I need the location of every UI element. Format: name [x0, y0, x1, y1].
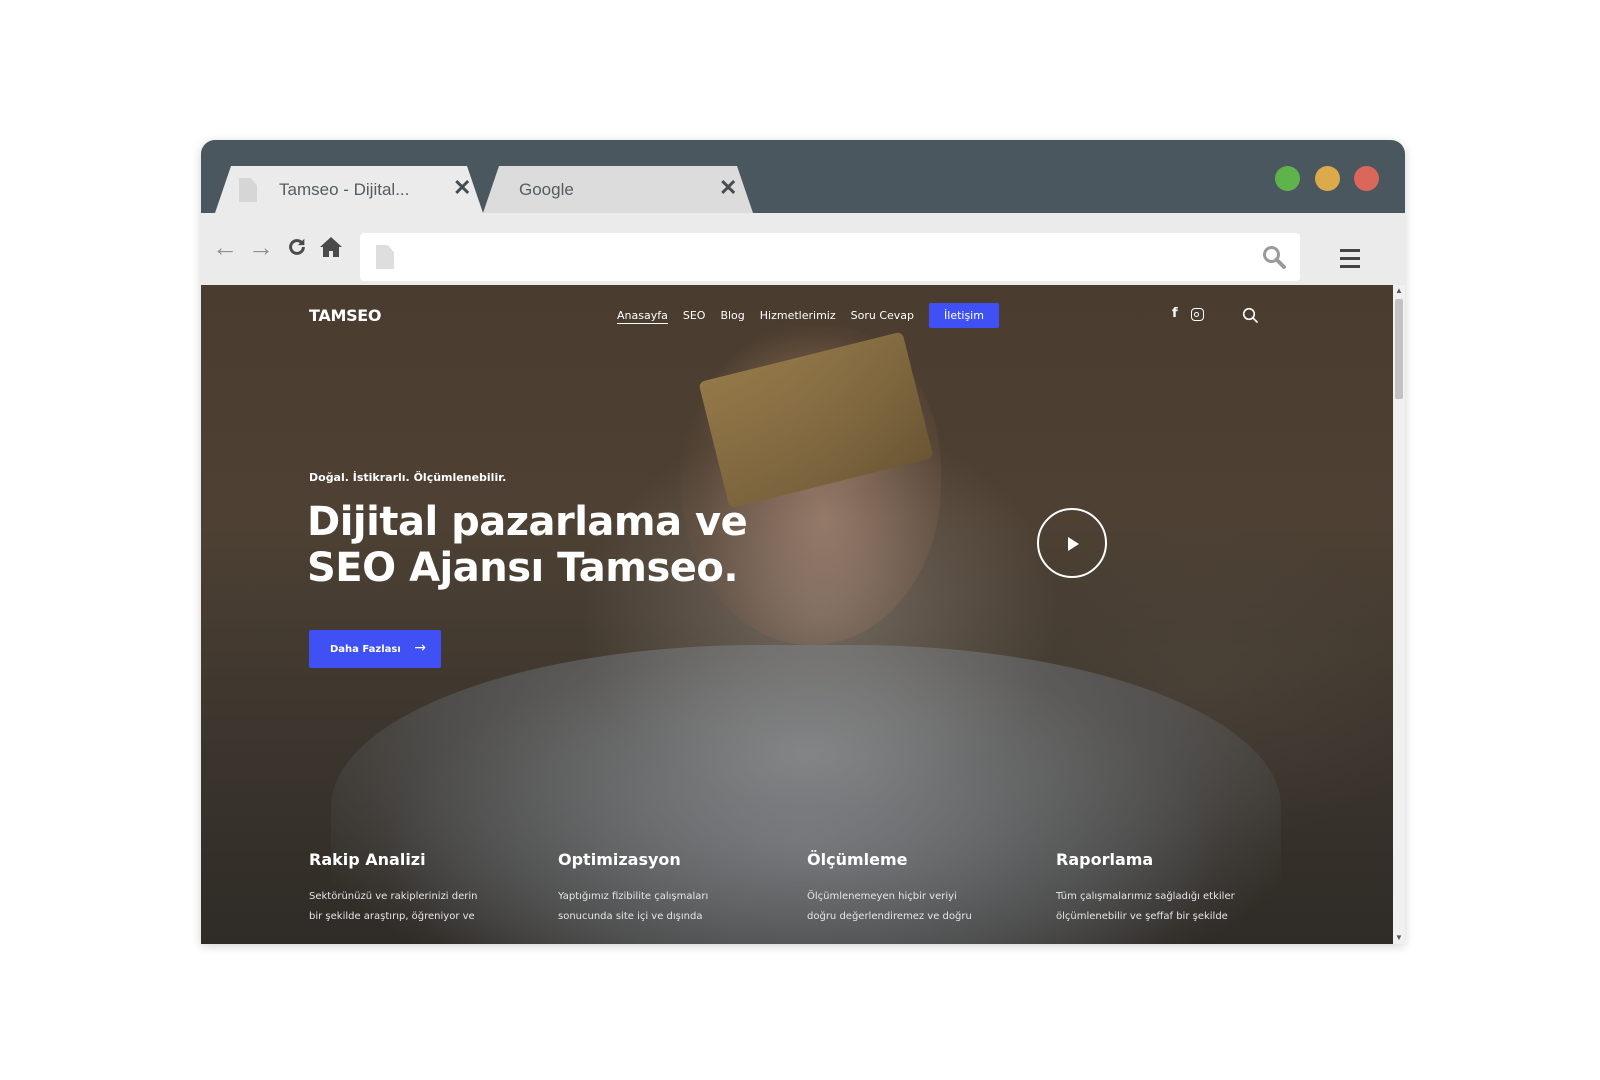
menu-item-seo[interactable]: SEO: [683, 304, 706, 328]
hamburger-icon[interactable]: [1340, 249, 1360, 268]
tab-google[interactable]: Google ✕: [483, 166, 753, 213]
hero-eyebrow: Doğal. İstikrarlı. Ölçümlenebilir.: [309, 471, 507, 484]
menu-item-anasayfa[interactable]: Anasayfa: [617, 304, 668, 328]
browser-window: Tamseo - Dijital... ✕ Google ✕ ← → TAMSE…: [201, 140, 1405, 944]
scroll-down-icon[interactable]: ▼: [1395, 933, 1403, 943]
hero-title: Dijital pazarlama ve SEO Ajansı Tamseo.: [307, 499, 807, 591]
document-icon: [239, 178, 257, 202]
feature-card: Raporlama Tüm çalışmalarımız sağladığı e…: [1056, 850, 1266, 927]
feature-card: Ölçümleme Ölçümlenemeyen hiçbir veriyi do…: [807, 850, 1017, 927]
feature-title: Ölçümleme: [807, 850, 908, 869]
feature-text: Ölçümlenemeyen hiçbir veriyi: [807, 891, 957, 902]
scroll-up-icon[interactable]: ▲: [1395, 286, 1403, 296]
main-menu: Anasayfa SEO Blog Hizmetlerimiz Soru Cev…: [617, 303, 999, 328]
site-header: TAMSEO Anasayfa SEO Blog Hizmetlerimiz S…: [201, 285, 1393, 347]
feature-text: sonucunda site içi ve dışında: [558, 911, 703, 922]
feature-text: Sektörünüzü ve rakiplerinizi derin: [309, 891, 478, 902]
menu-item-soru-cevap[interactable]: Soru Cevap: [851, 304, 914, 328]
feature-text: Tüm çalışmalarımız sağladığı etkiler: [1056, 891, 1235, 902]
scroll-thumb[interactable]: [1395, 299, 1403, 399]
page-icon: [376, 245, 394, 269]
search-icon[interactable]: [1262, 245, 1286, 269]
maximize-window-button[interactable]: [1275, 166, 1300, 191]
site-logo[interactable]: TAMSEO: [309, 306, 382, 325]
feature-card: Optimizasyon Yaptığımız fizibilite çalış…: [558, 850, 768, 927]
address-bar[interactable]: [360, 233, 1300, 281]
feature-text: bir şekilde araştırıp, öğreniyor ve: [309, 911, 475, 922]
feature-title: Rakip Analizi: [309, 850, 426, 869]
back-arrow-icon[interactable]: ←: [211, 233, 239, 261]
reload-icon[interactable]: [283, 233, 311, 261]
home-icon[interactable]: [317, 233, 345, 261]
facebook-icon[interactable]: f: [1172, 307, 1178, 321]
play-video-button[interactable]: [1037, 508, 1107, 578]
browser-titlebar: Tamseo - Dijital... ✕ Google ✕: [201, 140, 1405, 213]
contact-button[interactable]: İletişim: [929, 303, 999, 328]
page-scrollbar[interactable]: ▲ ▼: [1393, 285, 1405, 944]
feature-text: Yaptığımız fizibilite çalışmaları: [558, 891, 709, 902]
close-tab-icon[interactable]: ✕: [719, 177, 737, 199]
arrow-right-icon: →: [414, 640, 426, 656]
page-viewport: TAMSEO Anasayfa SEO Blog Hizmetlerimiz S…: [201, 285, 1393, 944]
hero-title-line: Dijital pazarlama ve: [307, 499, 748, 545]
social-links: f: [1172, 307, 1204, 321]
play-icon: [1068, 537, 1079, 551]
feature-card: Rakip Analizi Sektörünüzü ve rakiplerini…: [309, 850, 519, 927]
instagram-icon[interactable]: [1190, 308, 1204, 321]
close-tab-icon[interactable]: ✕: [453, 177, 471, 199]
forward-arrow-icon[interactable]: →: [247, 233, 275, 261]
hero-title-line: SEO Ajansı Tamseo.: [307, 545, 739, 591]
button-label: Daha Fazlası: [330, 643, 401, 655]
tab-title: Tamseo - Dijital...: [279, 180, 410, 199]
feature-title: Optimizasyon: [558, 850, 681, 869]
site-search-icon[interactable]: [1242, 307, 1258, 323]
feature-title: Raporlama: [1056, 850, 1154, 869]
feature-text: ölçümlenebilir ve şeffaf bir şekilde: [1056, 911, 1228, 922]
close-window-button[interactable]: [1354, 166, 1379, 191]
feature-text: doğru değerlendiremez ve doğru: [807, 911, 972, 922]
tab-title: Google: [519, 180, 574, 199]
tab-tamseo[interactable]: Tamseo - Dijital... ✕: [215, 166, 483, 213]
minimize-window-button[interactable]: [1315, 166, 1340, 191]
menu-item-blog[interactable]: Blog: [720, 304, 744, 328]
menu-item-hizmetlerimiz[interactable]: Hizmetlerimiz: [760, 304, 836, 328]
daha-fazlasi-button[interactable]: Daha Fazlası →: [309, 630, 441, 668]
